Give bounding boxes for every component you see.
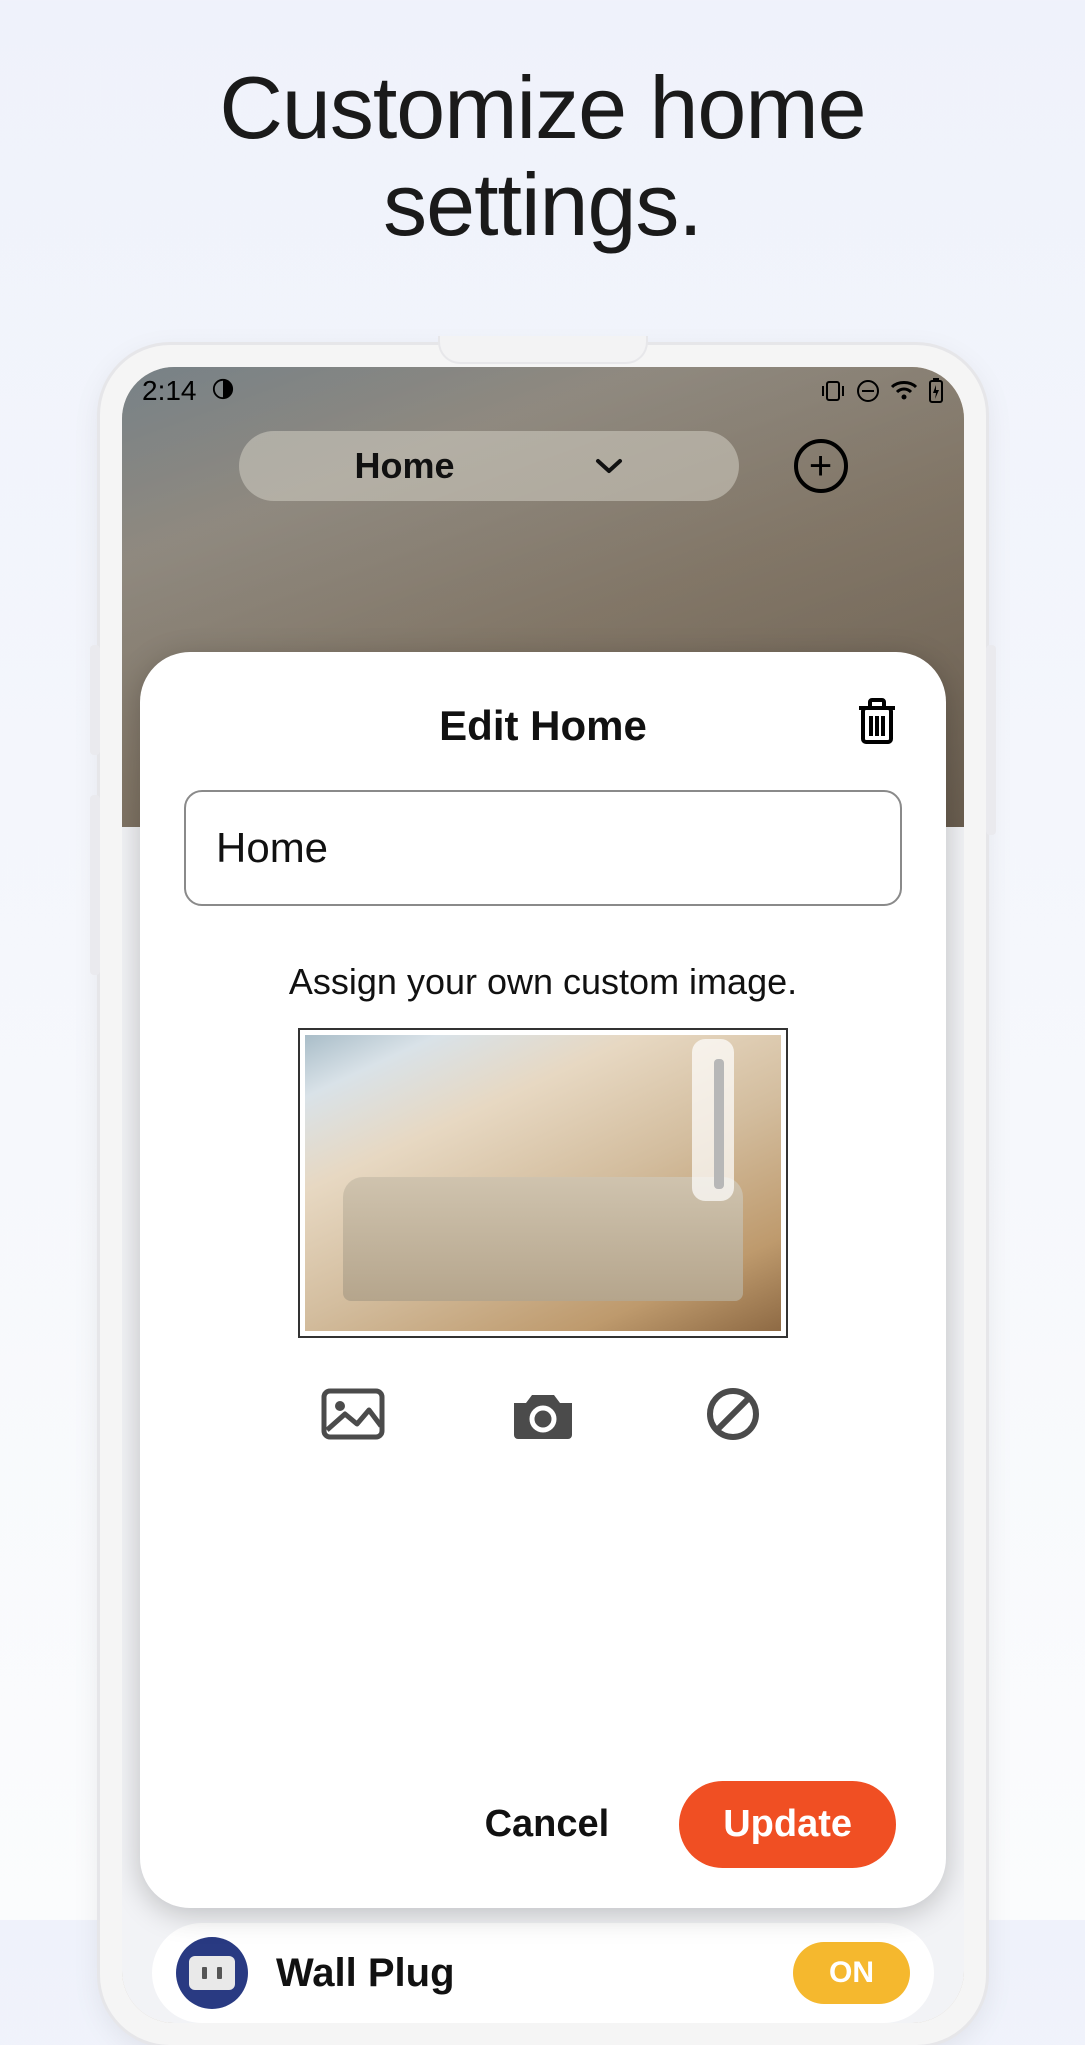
camera-button[interactable] <box>508 1386 578 1446</box>
assign-image-label: Assign your own custom image. <box>184 961 902 1003</box>
plus-icon: + <box>809 446 832 486</box>
status-time-text: 2:14 <box>142 375 197 406</box>
image-preview[interactable] <box>298 1028 788 1338</box>
phone-frame: 2:14 <box>100 345 986 2045</box>
dnd-icon <box>856 379 880 403</box>
phone-side-button <box>986 645 996 835</box>
modal-title: Edit Home <box>439 702 647 750</box>
wifi-icon <box>890 380 918 402</box>
room-photo <box>305 1035 781 1331</box>
phone-earpiece <box>438 336 648 364</box>
vibrate-icon <box>820 380 846 402</box>
chevron-down-icon <box>595 449 623 483</box>
trash-icon <box>855 696 899 751</box>
phone-side-button <box>90 645 100 755</box>
cancel-button[interactable]: Cancel <box>485 1803 610 1846</box>
image-tools <box>184 1386 902 1446</box>
update-button[interactable]: Update <box>679 1781 896 1868</box>
add-button[interactable]: + <box>794 439 848 493</box>
clear-image-button[interactable] <box>698 1386 768 1446</box>
plug-icon <box>176 1937 248 2009</box>
battery-icon <box>928 378 944 404</box>
marketing-headline: Customize homesettings. <box>0 60 1085 254</box>
gallery-button[interactable] <box>318 1386 388 1446</box>
phone-screen: 2:14 <box>122 367 964 2023</box>
phone-side-button <box>90 795 100 975</box>
status-time: 2:14 <box>142 375 234 407</box>
edit-home-modal: Edit Home Assign your <box>140 652 946 1908</box>
moon-icon <box>212 378 234 400</box>
delete-button[interactable] <box>852 698 902 748</box>
no-icon <box>705 1386 761 1447</box>
top-bar: Home + <box>122 427 964 505</box>
home-selector[interactable]: Home <box>239 431 739 501</box>
home-name-input[interactable] <box>184 790 902 906</box>
device-row[interactable]: Wall Plug ON <box>152 1923 934 2023</box>
marketing-headline-text: Customize homesettings. <box>219 58 865 254</box>
camera-icon <box>508 1387 578 1446</box>
image-icon <box>321 1388 385 1445</box>
status-bar: 2:14 <box>122 367 964 415</box>
device-label: Wall Plug <box>276 1951 765 1996</box>
device-state-toggle[interactable]: ON <box>793 1942 910 2004</box>
home-selector-label: Home <box>354 445 454 487</box>
